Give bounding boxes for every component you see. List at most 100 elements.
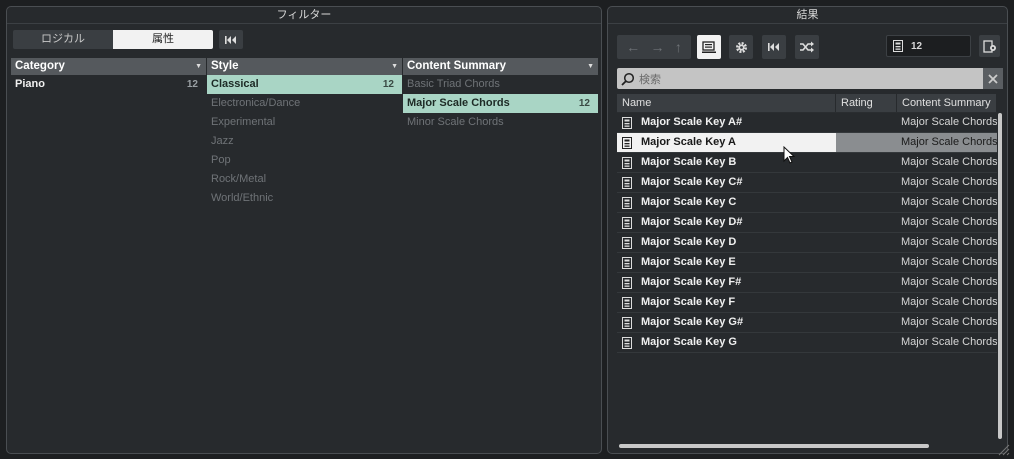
result-summary-cell: Major Scale Chords — [901, 236, 997, 248]
result-name-cell: Major Scale Key G — [617, 333, 836, 352]
filter-panel-title: フィルター — [7, 7, 601, 24]
result-summary-cell: Major Scale Chords — [901, 196, 997, 208]
result-name: Major Scale Key G# — [641, 316, 744, 328]
column-header-rating[interactable]: Rating — [836, 94, 897, 112]
column-header-name[interactable]: Name — [617, 94, 836, 112]
result-name: Major Scale Key C — [641, 196, 737, 208]
result-summary-cell: Major Scale Chords — [897, 133, 997, 152]
result-summary-cell: Major Scale Chords — [901, 276, 997, 288]
result-name: Major Scale Key D# — [641, 216, 743, 228]
folder-view-button[interactable] — [697, 35, 721, 59]
result-rating-cell[interactable] — [836, 253, 897, 272]
search-placeholder: 検索 — [639, 73, 661, 86]
filter-column-header[interactable]: Style ▼ — [207, 58, 402, 75]
result-count: 12 — [911, 40, 923, 52]
filter-item[interactable]: Electronica/Dance — [207, 94, 402, 113]
dropdown-arrow-icon[interactable]: ▼ — [195, 58, 202, 75]
result-rating-cell[interactable] — [836, 233, 897, 252]
resize-grip-icon[interactable] — [996, 442, 1010, 456]
filter-item[interactable]: Basic Triad Chords — [403, 75, 598, 94]
shuffle-button[interactable] — [795, 35, 819, 59]
result-row[interactable]: Major Scale Key G# Major Scale Chords — [617, 313, 997, 333]
result-name: Major Scale Key G — [641, 336, 737, 348]
filter-item[interactable]: Minor Scale Chords — [403, 113, 598, 132]
shuffle-icon — [800, 41, 814, 53]
filter-item[interactable]: Experimental — [207, 113, 402, 132]
result-name: Major Scale Key C# — [641, 176, 743, 188]
vertical-scrollbar[interactable] — [998, 113, 1002, 439]
navigation-buttons: ← → ↑ — [617, 35, 691, 59]
settings-button[interactable] — [729, 35, 753, 59]
result-rating-cell[interactable] — [836, 333, 897, 352]
result-rating-cell[interactable] — [836, 113, 897, 132]
filter-column-header[interactable]: Content Summary ▼ — [403, 58, 598, 75]
result-row[interactable]: Major Scale Key F# Major Scale Chords — [617, 273, 997, 293]
filter-item-count: 12 — [578, 98, 590, 109]
filter-item-label: Basic Triad Chords — [407, 78, 500, 90]
chord-track-icon — [622, 216, 632, 229]
result-summary-cell: Major Scale Chords — [901, 336, 997, 348]
result-row[interactable]: Major Scale Key C# Major Scale Chords — [617, 173, 997, 193]
result-rating-cell[interactable] — [836, 173, 897, 192]
reset-filter-button[interactable] — [219, 30, 243, 49]
result-summary-cell: Major Scale Chords — [901, 256, 997, 268]
dropdown-arrow-icon[interactable]: ▼ — [587, 58, 594, 75]
result-rating-cell[interactable] — [836, 313, 897, 332]
filter-column-category: Category ▼ Piano 12 — [11, 58, 206, 94]
dropdown-arrow-icon[interactable]: ▼ — [391, 58, 398, 75]
filter-column-style: Style ▼ Classical 12 Electronica/Dance Experi… — [207, 58, 402, 208]
result-rating-cell[interactable] — [836, 273, 897, 292]
export-icon — [982, 39, 996, 53]
filter-item-label: Pop — [211, 154, 231, 166]
column-header-label: Content Summary — [407, 60, 507, 72]
result-name-cell: Major Scale Key E — [617, 253, 836, 272]
filter-item[interactable]: Jazz — [207, 132, 402, 151]
result-rating-cell[interactable] — [836, 133, 897, 152]
export-button[interactable] — [979, 35, 1000, 57]
search-bar[interactable]: 検索 — [617, 68, 1003, 89]
filter-column-header[interactable]: Category ▼ — [11, 58, 206, 75]
result-row[interactable]: Major Scale Key A# Major Scale Chords — [617, 113, 997, 133]
result-row[interactable]: Major Scale Key A Major Scale Chords — [617, 133, 997, 153]
filter-item[interactable]: Piano 12 — [11, 75, 206, 94]
filter-item[interactable]: Pop — [207, 151, 402, 170]
filter-item[interactable]: World/Ethnic — [207, 189, 402, 208]
logical-filter-tab[interactable]: ロジカル — [13, 30, 113, 49]
chord-track-icon — [622, 336, 632, 349]
result-row[interactable]: Major Scale Key E Major Scale Chords — [617, 253, 997, 273]
reset-results-button[interactable] — [762, 35, 786, 59]
horizontal-scrollbar[interactable] — [619, 444, 929, 448]
up-arrow-icon[interactable]: ↑ — [675, 39, 682, 55]
result-name-cell: Major Scale Key A# — [617, 113, 836, 132]
result-row[interactable]: Major Scale Key B Major Scale Chords — [617, 153, 997, 173]
results-panel: 結果 ← → ↑ 12 検索 Name Rating Content Summa… — [607, 6, 1008, 454]
filter-item-label: Jazz — [211, 135, 234, 147]
filter-item[interactable]: Rock/Metal — [207, 170, 402, 189]
filter-column-content-summary: Content Summary ▼ Basic Triad Chords Major … — [403, 58, 598, 132]
chord-track-icon — [893, 40, 903, 52]
result-name-cell: Major Scale Key C# — [617, 173, 836, 192]
result-name-cell: Major Scale Key C — [617, 193, 836, 212]
filter-item[interactable]: Major Scale Chords 12 — [403, 94, 598, 113]
back-arrow-icon[interactable]: ← — [626, 39, 640, 55]
result-rating-cell[interactable] — [836, 213, 897, 232]
result-rating-cell[interactable] — [836, 193, 897, 212]
result-row[interactable]: Major Scale Key C Major Scale Chords — [617, 193, 997, 213]
result-row[interactable]: Major Scale Key F Major Scale Chords — [617, 293, 997, 313]
column-header-summary[interactable]: Content Summary — [897, 94, 997, 112]
result-row[interactable]: Major Scale Key D# Major Scale Chords — [617, 213, 997, 233]
attribute-filter-tab[interactable]: 属性 — [113, 30, 213, 49]
result-rating-cell[interactable] — [836, 153, 897, 172]
result-name-cell: Major Scale Key F# — [617, 273, 836, 292]
results-table-header: Name Rating Content Summary — [617, 94, 997, 113]
filter-item-label: World/Ethnic — [211, 192, 274, 204]
forward-arrow-icon[interactable]: → — [650, 39, 664, 55]
result-row[interactable]: Major Scale Key D Major Scale Chords — [617, 233, 997, 253]
filter-item-label: Piano — [15, 78, 45, 90]
filter-item-count: 12 — [186, 79, 198, 90]
filter-mode-toggle[interactable]: ロジカル 属性 — [13, 30, 213, 49]
clear-search-button[interactable] — [983, 68, 1003, 89]
filter-item[interactable]: Classical 12 — [207, 75, 402, 94]
result-rating-cell[interactable] — [836, 293, 897, 312]
result-row[interactable]: Major Scale Key G Major Scale Chords — [617, 333, 997, 353]
